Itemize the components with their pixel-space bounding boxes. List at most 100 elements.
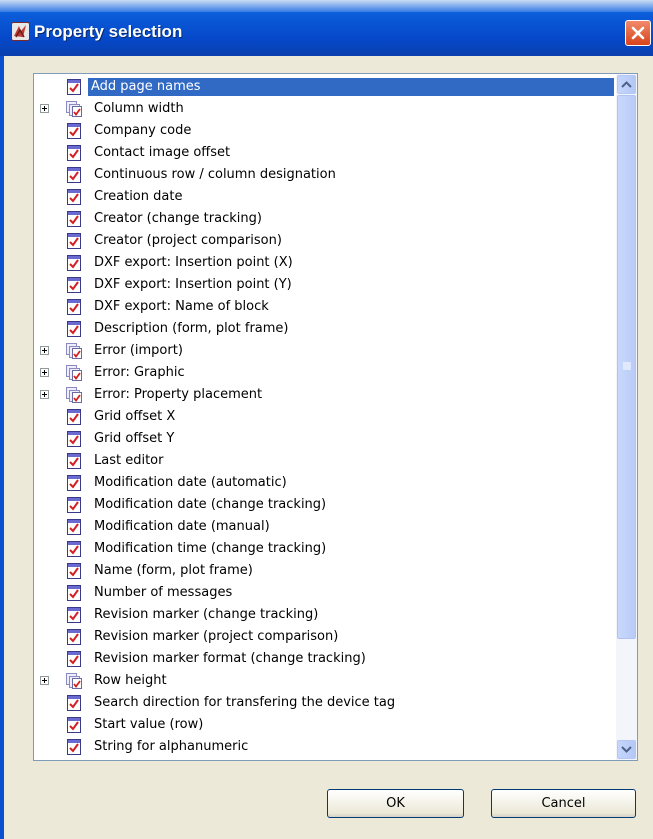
- list-item-label: Modification date (manual): [94, 519, 270, 534]
- list-item[interactable]: Continuous row / column designation: [34, 164, 614, 186]
- list-item[interactable]: DXF export: Insertion point (Y): [34, 274, 614, 296]
- list-item-label: Modification date (automatic): [94, 475, 287, 490]
- property-icon: [65, 166, 83, 184]
- close-button[interactable]: [625, 20, 651, 46]
- vertical-scrollbar[interactable]: [616, 74, 637, 760]
- property-list[interactable]: Add page names Column width Company code Co…: [33, 73, 638, 761]
- property-icon: [65, 188, 83, 206]
- list-item[interactable]: Revision marker (change tracking): [34, 604, 614, 626]
- property-icon: [65, 540, 83, 558]
- scroll-down-button[interactable]: [617, 740, 636, 759]
- list-item[interactable]: Start value (row): [34, 714, 614, 736]
- property-icon: [65, 122, 83, 140]
- property-icon: [65, 716, 83, 734]
- list-item-label: Start value (row): [94, 717, 204, 732]
- property-group-icon: [65, 364, 83, 382]
- property-icon: [65, 738, 83, 756]
- property-icon: [65, 606, 83, 624]
- ok-button[interactable]: OK: [327, 789, 464, 818]
- list-item-label: Name (form, plot frame): [94, 563, 253, 578]
- list-item-label: Grid offset X: [94, 409, 176, 424]
- title-bar[interactable]: Property selection: [0, 0, 653, 56]
- expand-toggle-icon[interactable]: [40, 346, 49, 355]
- list-item-label: Modification time (change tracking): [94, 541, 327, 556]
- expand-toggle-icon[interactable]: [40, 368, 49, 377]
- property-icon: [65, 408, 83, 426]
- property-icon: [65, 518, 83, 536]
- list-item[interactable]: Creation date: [34, 186, 614, 208]
- list-item[interactable]: Company code: [34, 120, 614, 142]
- chevron-up-icon: [621, 81, 632, 88]
- property-icon: [65, 144, 83, 162]
- expand-toggle-icon[interactable]: [40, 390, 49, 399]
- expand-toggle-icon[interactable]: [40, 676, 49, 685]
- list-item-label: Add page names: [88, 78, 614, 96]
- list-item[interactable]: Search direction for transfering the dev…: [34, 692, 614, 714]
- property-icon: [65, 694, 83, 712]
- list-item[interactable]: Creator (project comparison): [34, 230, 614, 252]
- list-item-label: Number of messages: [94, 585, 233, 600]
- list-item-label: Creation date: [94, 189, 183, 204]
- list-item[interactable]: Last editor: [34, 450, 614, 472]
- list-item-label: Grid offset Y: [94, 431, 175, 446]
- list-item-label: DXF export: Insertion point (X): [94, 255, 293, 270]
- property-icon: [65, 650, 83, 668]
- list-item-label: Description (form, plot frame): [94, 321, 289, 336]
- cancel-button[interactable]: Cancel: [491, 789, 636, 818]
- property-icon: [65, 562, 83, 580]
- property-icon: [65, 232, 83, 250]
- property-icon: [65, 298, 83, 316]
- list-item-label: Company code: [94, 123, 192, 138]
- list-item[interactable]: Number of messages: [34, 582, 614, 604]
- list-item-label: DXF export: Name of block: [94, 299, 269, 314]
- list-item-label: DXF export: Insertion point (Y): [94, 277, 292, 292]
- list-item-label: Modification date (change tracking): [94, 497, 327, 512]
- list-item[interactable]: DXF export: Name of block: [34, 296, 614, 318]
- property-group-icon: [65, 342, 83, 360]
- list-item-label: Error: Property placement: [94, 387, 263, 402]
- list-item[interactable]: Error: Property placement: [34, 384, 614, 406]
- list-item[interactable]: Contact image offset: [34, 142, 614, 164]
- app-icon: [11, 22, 30, 41]
- list-item-label: Creator (project comparison): [94, 233, 282, 248]
- list-item[interactable]: Modification date (manual): [34, 516, 614, 538]
- list-item-label: Contact image offset: [94, 145, 231, 160]
- list-item-label: Row height: [94, 673, 167, 688]
- list-item[interactable]: Revision marker format (change tracking): [34, 648, 614, 670]
- property-icon: [65, 452, 83, 470]
- expand-toggle-icon[interactable]: [40, 104, 49, 113]
- list-item[interactable]: Error: Graphic: [34, 362, 614, 384]
- list-item[interactable]: Grid offset Y: [34, 428, 614, 450]
- window-title: Property selection: [34, 22, 183, 41]
- scroll-up-button[interactable]: [617, 75, 636, 94]
- list-item-label: Continuous row / column designation: [94, 167, 336, 182]
- property-icon: [65, 628, 83, 646]
- list-item[interactable]: Modification time (change tracking): [34, 538, 614, 560]
- list-item[interactable]: Modification date (change tracking): [34, 494, 614, 516]
- property-icon: [65, 496, 83, 514]
- scroll-thumb[interactable]: [617, 95, 636, 639]
- property-icon: [65, 584, 83, 602]
- list-item[interactable]: Row height: [34, 670, 614, 692]
- list-item[interactable]: Modification date (automatic): [34, 472, 614, 494]
- list-item-label: Error: Graphic: [94, 365, 185, 380]
- chevron-down-icon: [621, 746, 632, 753]
- close-icon: [631, 26, 645, 40]
- property-icon: [65, 276, 83, 294]
- list-item-label: Last editor: [94, 453, 164, 468]
- list-item[interactable]: DXF export: Insertion point (X): [34, 252, 614, 274]
- list-item-label: Column width: [94, 101, 184, 116]
- list-item[interactable]: Revision marker (project comparison): [34, 626, 614, 648]
- property-icon: [65, 320, 83, 338]
- list-item[interactable]: Description (form, plot frame): [34, 318, 614, 340]
- list-item-label: Creator (change tracking): [94, 211, 262, 226]
- list-item[interactable]: Creator (change tracking): [34, 208, 614, 230]
- list-item-label: Error (import): [94, 343, 183, 358]
- list-item[interactable]: Name (form, plot frame): [34, 560, 614, 582]
- list-item[interactable]: Column width: [34, 98, 614, 120]
- list-item[interactable]: Add page names: [34, 76, 614, 98]
- list-item[interactable]: Grid offset X: [34, 406, 614, 428]
- list-item[interactable]: Error (import): [34, 340, 614, 362]
- list-item[interactable]: String for alphanumeric: [34, 736, 614, 758]
- property-group-icon: [65, 386, 83, 404]
